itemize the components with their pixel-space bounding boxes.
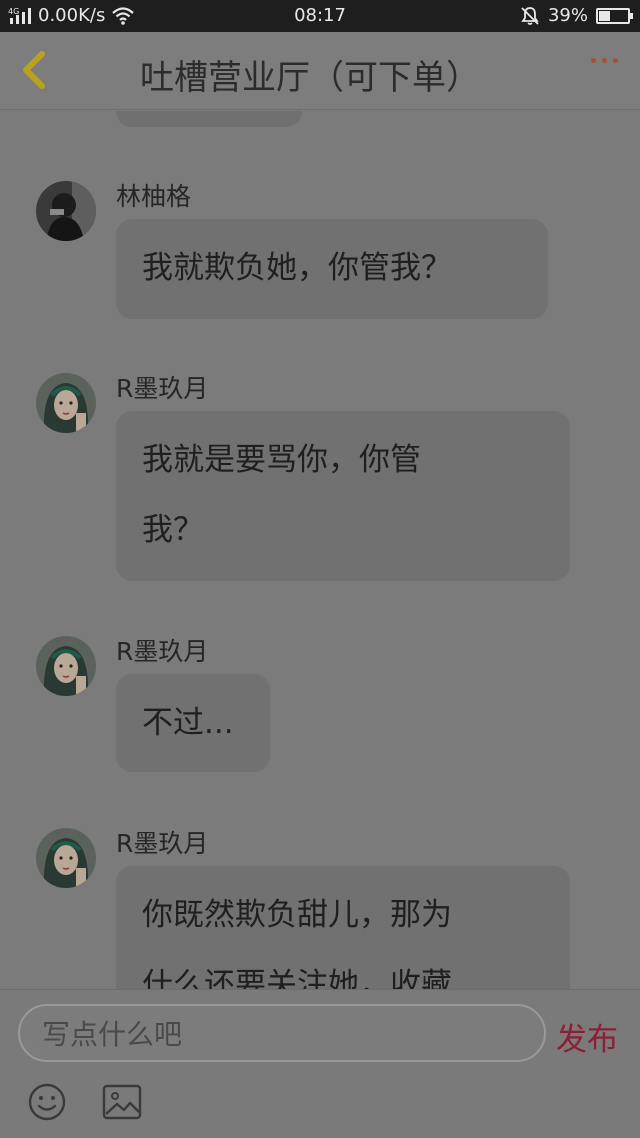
message-line: 我就欺负她，你管我？ <box>142 250 452 286</box>
avatar-image <box>36 181 96 241</box>
composer: 发布 <box>0 989 640 1138</box>
battery-fill <box>599 10 610 21</box>
status-right: 39% <box>520 5 633 26</box>
message-line: 我就是要骂你，你管 <box>142 442 421 478</box>
smiley-icon <box>28 1083 66 1121</box>
avatar[interactable] <box>36 181 96 241</box>
publish-button[interactable]: 发布 <box>556 1014 618 1059</box>
image-icon <box>102 1084 142 1120</box>
message-bubble[interactable]: 我就是要骂你，你管 我？ <box>116 411 570 581</box>
previous-message-bubble <box>116 111 302 127</box>
emoji-button[interactable] <box>27 1082 67 1122</box>
more-dot <box>591 58 596 63</box>
status-bar: 4G 0.00K/s 08:17 39% <box>0 0 640 32</box>
message-bubble[interactable]: 不过... <box>116 674 270 772</box>
avatar-image <box>36 636 96 696</box>
more-dot <box>602 58 607 63</box>
message-line: 我？ <box>142 512 204 548</box>
page-title: 吐槽营业厅（可下单） <box>140 58 480 98</box>
bell-muted-icon <box>521 6 539 25</box>
sender-name: R墨玖月 <box>116 374 209 403</box>
chat-list[interactable]: 林柚格 我就欺负她，你管我？ R墨玖月 我就是要骂你，你管 我？ R墨玖月 不过… <box>0 111 640 989</box>
battery-percent: 39% <box>547 5 588 26</box>
image-button[interactable] <box>102 1084 142 1120</box>
more-dot <box>613 58 618 63</box>
battery-icon <box>596 7 633 24</box>
message-bubble[interactable]: 我就欺负她，你管我？ <box>116 219 548 319</box>
message-line: 不过... <box>142 705 234 741</box>
message-line: 什么还要关注她，收藏 <box>142 967 452 989</box>
message-input[interactable] <box>42 1016 522 1052</box>
avatar-image <box>36 828 96 888</box>
avatar[interactable] <box>36 636 96 696</box>
message-input-box[interactable] <box>18 1004 546 1062</box>
avatar-image <box>36 373 96 433</box>
message-bubble[interactable]: 你既然欺负甜儿，那为 什么还要关注她，收藏 <box>116 866 570 989</box>
avatar[interactable] <box>36 828 96 888</box>
more-button[interactable] <box>591 58 618 63</box>
nav-bar: 吐槽营业厅（可下单） <box>0 32 640 110</box>
avatar[interactable] <box>36 373 96 433</box>
message-line: 你既然欺负甜儿，那为 <box>142 897 452 933</box>
sender-name: R墨玖月 <box>116 829 209 858</box>
sender-name: 林柚格 <box>116 182 192 211</box>
sender-name: R墨玖月 <box>116 637 209 666</box>
